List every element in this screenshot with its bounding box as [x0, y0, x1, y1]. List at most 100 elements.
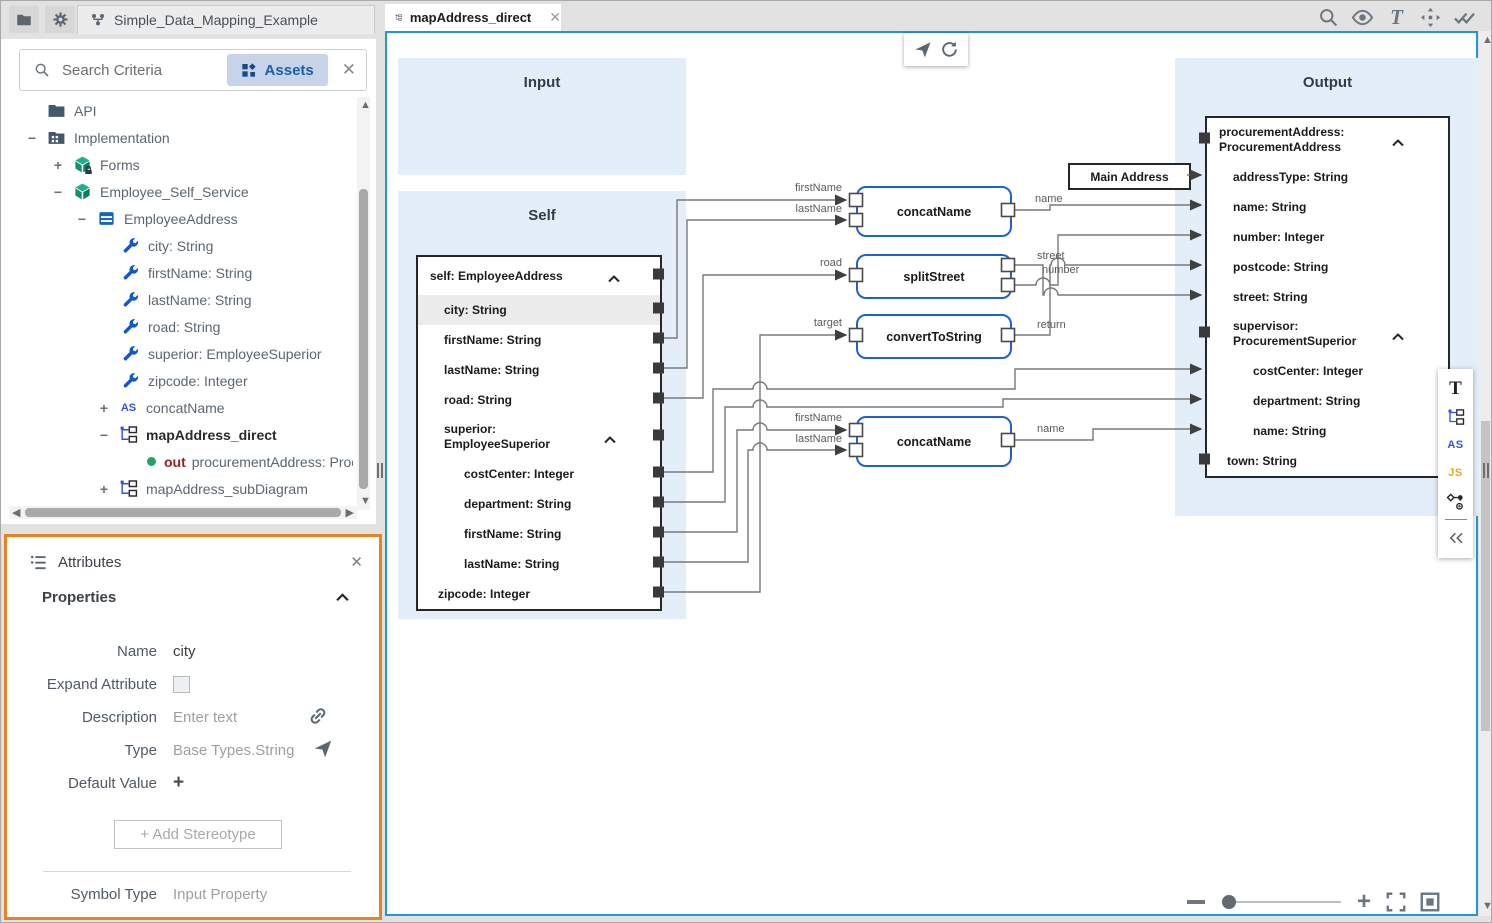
- tree-item-implementation[interactable]: − Implementation: [1, 124, 353, 151]
- search-icon[interactable]: [1316, 5, 1341, 30]
- collapse-icon[interactable]: [1392, 330, 1404, 345]
- expand-expander[interactable]: +: [97, 400, 111, 416]
- output-row-name[interactable]: name: String: [1207, 192, 1448, 222]
- flow-tool[interactable]: [1438, 487, 1473, 515]
- collapse-expander[interactable]: −: [25, 130, 39, 146]
- tree-item-api[interactable]: API: [1, 97, 353, 124]
- refresh-icon[interactable]: [940, 40, 959, 59]
- tree-item-employee-self-service[interactable]: − Employee_Self_Service: [1, 178, 353, 205]
- tree-horizontal-scrollbar[interactable]: ◀ ▶: [9, 506, 357, 519]
- zoom-in-icon[interactable]: +: [1357, 892, 1371, 912]
- collapse-expander[interactable]: −: [51, 184, 65, 200]
- zoom-slider[interactable]: [1215, 892, 1345, 912]
- properties-collapse-icon[interactable]: [336, 589, 349, 607]
- tree-item-firstname[interactable]: firstName: String: [1, 259, 353, 286]
- fit-view-icon[interactable]: [1419, 891, 1441, 913]
- subdiagram-tool[interactable]: [1438, 403, 1473, 431]
- project-tab[interactable]: Simple_Data_Mapping_Example: [77, 5, 375, 34]
- function-concatname-1[interactable]: concatName: [856, 186, 1012, 237]
- tree-item-mapaddress-direct[interactable]: − mapAddress_direct: [1, 421, 353, 448]
- preview-eye-icon[interactable]: [1350, 5, 1375, 30]
- expand-attribute-checkbox[interactable]: [173, 676, 190, 693]
- left-splitter-grip[interactable]: [376, 463, 384, 478]
- analytic-script-tool[interactable]: AS: [1438, 431, 1473, 459]
- search-input[interactable]: Search Criteria: [62, 62, 227, 79]
- output-row-town[interactable]: town: String: [1207, 446, 1448, 476]
- output-row-costcenter[interactable]: costCenter: Integer: [1207, 356, 1448, 386]
- tree-item-superior[interactable]: superior: EmployeeSuperior: [1, 340, 353, 367]
- tree-item-forms[interactable]: + Forms: [1, 151, 353, 178]
- type-field[interactable]: Base Types.String: [173, 742, 294, 759]
- scroll-left-icon[interactable]: ◀: [12, 508, 20, 519]
- right-splitter-grip[interactable]: [1482, 463, 1490, 478]
- output-row-supervisor[interactable]: supervisor: ProcurementSuperior: [1207, 312, 1448, 356]
- description-field[interactable]: Enter text: [173, 709, 237, 726]
- scroll-right-icon[interactable]: ▶: [346, 508, 354, 519]
- diagram-tab-close-icon[interactable]: ✕: [549, 9, 561, 26]
- tree-item-city[interactable]: city: String: [1, 232, 353, 259]
- tree-item-mapaddress-subdiagram[interactable]: + mapAddress_subDiagram: [1, 475, 353, 502]
- constant-main-address[interactable]: Main Address: [1068, 163, 1191, 190]
- text-tool[interactable]: T: [1438, 375, 1473, 403]
- attributes-close-icon[interactable]: ✕: [350, 553, 363, 571]
- link-description-icon[interactable]: [307, 705, 329, 732]
- pan-mode-icon[interactable]: [1418, 5, 1443, 30]
- self-row-road[interactable]: road: String: [418, 385, 660, 415]
- scroll-up-icon[interactable]: ▲: [1482, 35, 1492, 46]
- tree-vertical-scrollbar[interactable]: ▲ ▼: [357, 97, 370, 510]
- expand-expander[interactable]: +: [97, 481, 111, 497]
- self-row-sup-firstname[interactable]: firstName: String: [418, 519, 660, 549]
- output-row-addresstype[interactable]: addressType: String: [1207, 162, 1448, 192]
- self-row-department[interactable]: department: String: [418, 489, 660, 519]
- output-row-sup-name[interactable]: name: String: [1207, 416, 1448, 446]
- output-node[interactable]: procurementAddress: ProcurementAddress a…: [1205, 116, 1450, 478]
- output-row-number[interactable]: number: Integer: [1207, 222, 1448, 252]
- search-close-icon[interactable]: ✕: [342, 60, 356, 80]
- navigate-icon[interactable]: [913, 40, 932, 59]
- text-mode-icon[interactable]: T: [1384, 5, 1409, 30]
- diagram-canvas[interactable]: Input Self Output self: EmployeeAddress …: [385, 31, 1478, 916]
- self-node-header[interactable]: self: EmployeeAddress: [418, 257, 660, 295]
- scroll-down-icon[interactable]: ▼: [360, 496, 371, 507]
- tree-item-road[interactable]: road: String: [1, 313, 353, 340]
- self-row-firstname[interactable]: firstName: String: [418, 325, 660, 355]
- diagram-tab[interactable]: mapAddress_direct ✕: [385, 4, 561, 31]
- search-bar[interactable]: Search Criteria Assets ✕: [19, 49, 367, 91]
- tree-item-lastname[interactable]: lastName: String: [1, 286, 353, 313]
- scroll-up-icon[interactable]: ▲: [360, 100, 371, 111]
- open-folder-button[interactable]: [9, 6, 39, 33]
- self-node[interactable]: self: EmployeeAddress city: String first…: [416, 255, 662, 611]
- collapse-expander[interactable]: −: [97, 427, 111, 443]
- output-row-postcode[interactable]: postcode: String: [1207, 252, 1448, 282]
- name-value-field[interactable]: city: [173, 643, 196, 660]
- self-row-costcenter[interactable]: costCenter: Integer: [418, 459, 660, 489]
- collapse-icon[interactable]: [604, 433, 616, 448]
- expand-expander[interactable]: +: [51, 157, 65, 173]
- scroll-down-icon[interactable]: ▼: [1482, 901, 1492, 912]
- tree-item-out-procurementaddress[interactable]: out procurementAddress: Procu: [1, 448, 353, 475]
- zoom-out-icon[interactable]: [1187, 900, 1205, 904]
- self-row-city[interactable]: city: String: [418, 295, 660, 325]
- function-converttostring[interactable]: convertToString: [856, 314, 1012, 359]
- collapse-palette-icon[interactable]: [1438, 524, 1473, 552]
- self-row-zipcode[interactable]: zipcode: Integer: [418, 579, 660, 609]
- add-default-value-icon[interactable]: +: [173, 772, 184, 794]
- collapse-icon[interactable]: [1392, 136, 1404, 151]
- tree-item-employee-address[interactable]: − EmployeeAddress: [1, 205, 353, 232]
- assets-filter-button[interactable]: Assets: [227, 54, 328, 86]
- output-node-header[interactable]: procurementAddress: ProcurementAddress: [1207, 118, 1448, 162]
- tree-item-zipcode[interactable]: zipcode: Integer: [1, 367, 353, 394]
- tree-item-concatname[interactable]: + AS concatName: [1, 394, 353, 421]
- validate-icon[interactable]: [1452, 5, 1477, 30]
- output-row-department[interactable]: department: String: [1207, 386, 1448, 416]
- edge-group[interactable]: [664, 175, 1201, 592]
- output-row-street[interactable]: street: String: [1207, 282, 1448, 312]
- function-splitstreet[interactable]: splitStreet: [856, 254, 1012, 299]
- self-row-sup-lastname[interactable]: lastName: String: [418, 549, 660, 579]
- javascript-tool[interactable]: JS: [1438, 459, 1473, 487]
- self-row-lastname[interactable]: lastName: String: [418, 355, 660, 385]
- self-row-superior[interactable]: superior: EmployeeSuperior: [418, 415, 660, 459]
- add-stereotype-button[interactable]: + Add Stereotype: [114, 820, 282, 849]
- fullscreen-icon[interactable]: [1385, 891, 1407, 913]
- navigate-type-icon[interactable]: [312, 738, 333, 764]
